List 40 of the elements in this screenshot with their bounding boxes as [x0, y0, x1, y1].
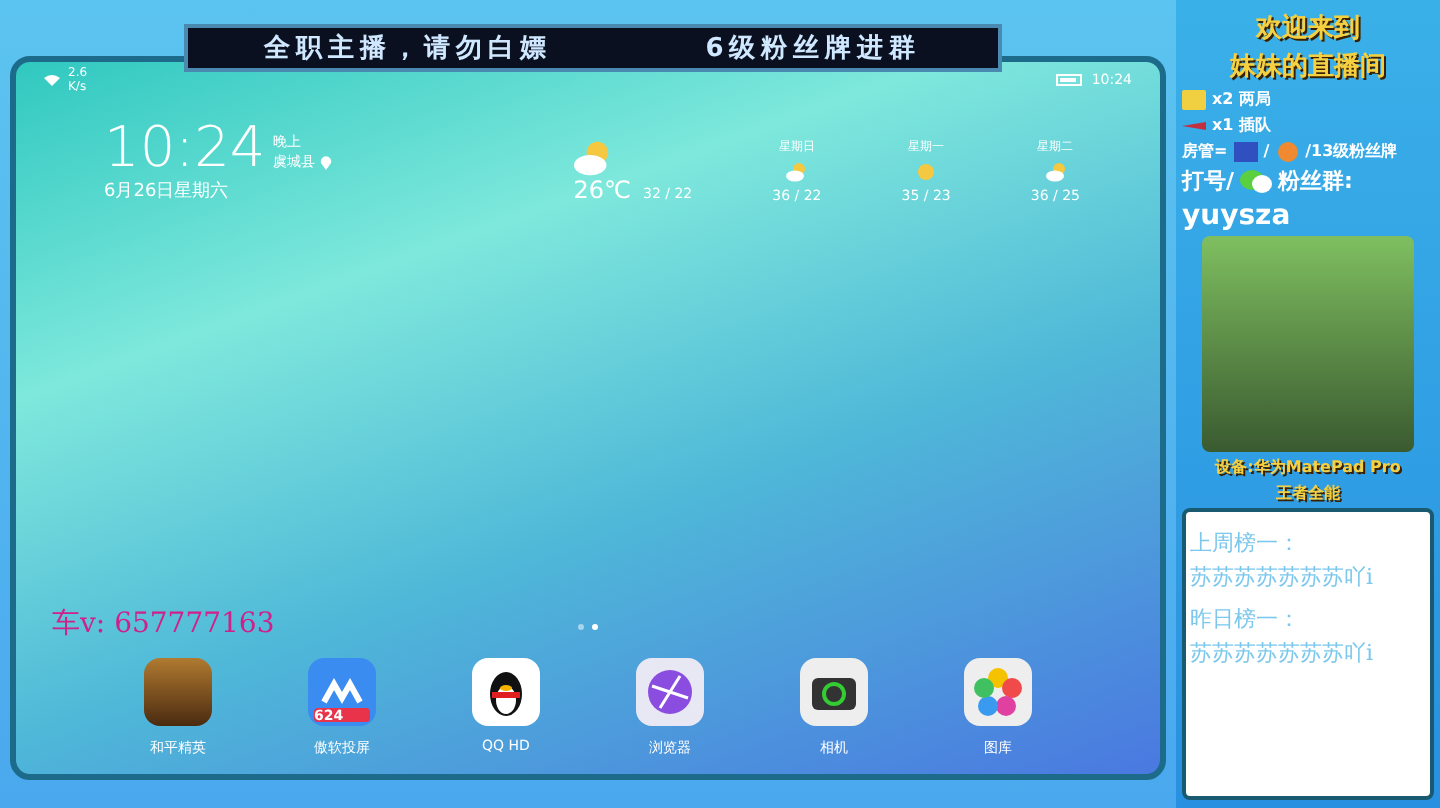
group-text: 打号/	[1182, 166, 1235, 196]
sun-icon	[916, 162, 937, 182]
device-text: 设备:华为MatePad Pro	[1212, 456, 1403, 478]
banner-text: 全职主播，请勿白嫖	[264, 31, 553, 66]
fan-badge-text: /13级粉丝牌	[1305, 140, 1398, 162]
group-text: 粉丝群:	[1278, 166, 1353, 196]
chat-bubble-icon	[1240, 168, 1273, 194]
admin-text: 房管=	[1182, 140, 1228, 162]
rule-text: x1 插队	[1212, 114, 1272, 136]
page-dot[interactable]	[592, 624, 598, 630]
medal-icon	[1275, 141, 1300, 161]
rule-text: x2 两局	[1212, 88, 1272, 110]
penguin-app-icon[interactable]	[472, 658, 540, 726]
device-text: 王者全能	[1274, 482, 1342, 504]
clock-date: 6月26日星期六	[104, 179, 231, 204]
temperature: 26℃	[573, 176, 631, 204]
game-app-icon[interactable]	[144, 658, 212, 726]
banner-text: 6级粉丝牌进群	[705, 32, 922, 66]
ranking-heading: 上周榜一：	[1190, 528, 1302, 558]
panel-title: 妹妹的直播间	[1227, 50, 1388, 84]
overlay-text: 车v: 657777163	[52, 606, 275, 642]
panel-title: 欢迎来到	[1253, 12, 1362, 46]
ranking-heading: 昨日榜一：	[1190, 604, 1302, 634]
flower-app-icon[interactable]	[964, 658, 1032, 726]
ingot-icon	[1182, 89, 1206, 109]
cast-app-icon[interactable]	[308, 658, 376, 726]
clock-time: 10:24	[104, 118, 266, 178]
wifi-icon	[44, 74, 60, 86]
globe-app-icon[interactable]	[636, 658, 704, 726]
separator-text: /	[1263, 142, 1270, 160]
group-id: yuysza	[1182, 200, 1293, 232]
sun-cloud-icon	[1045, 162, 1066, 182]
sun-cloud-icon	[786, 162, 807, 182]
camera-app-icon[interactable]	[800, 658, 868, 726]
ranking-name: 苏苏苏苏苏苏苏吖i	[1190, 638, 1376, 668]
page-dot[interactable]	[578, 624, 584, 630]
location-pin-icon	[319, 155, 332, 169]
ranking-name: 苏苏苏苏苏苏苏吖i	[1190, 562, 1376, 592]
sun-cloud-icon	[573, 140, 610, 176]
battery-icon	[1055, 74, 1084, 86]
